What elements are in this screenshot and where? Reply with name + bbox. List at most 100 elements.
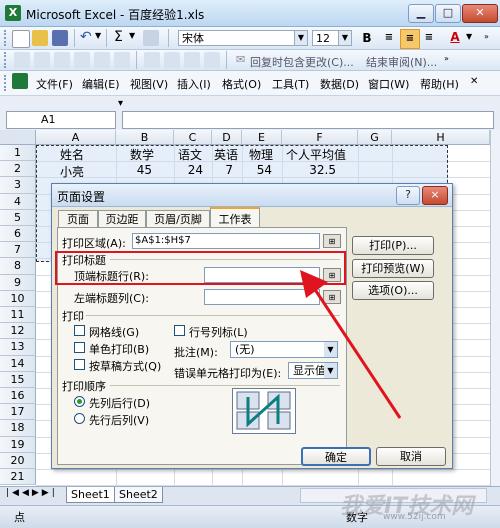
doc-close-icon[interactable]: ✕ [470, 76, 478, 87]
formula-bar-input[interactable] [122, 111, 494, 129]
review-icon-1[interactable] [14, 52, 30, 68]
review-icon-3[interactable] [54, 52, 70, 68]
review-icon-5[interactable] [94, 52, 110, 68]
column-header-c[interactable]: C [174, 130, 212, 145]
menu-grip[interactable] [4, 75, 9, 91]
vertical-scrollbar[interactable] [490, 130, 500, 486]
tab-margins[interactable]: 页边距 [98, 210, 146, 227]
cell-e2[interactable]: 54 [242, 163, 272, 177]
row-header[interactable]: 6 [0, 226, 36, 243]
column-header-f[interactable]: F [282, 130, 358, 145]
close-window-button[interactable]: ✕ [462, 4, 498, 23]
cell-f2[interactable]: 32.5 [282, 163, 336, 177]
black-white-checkbox[interactable] [74, 342, 85, 353]
column-header-g[interactable]: G [358, 130, 392, 145]
menu-file[interactable]: 文件(F) [36, 76, 73, 92]
tab-sheet[interactable]: 工作表 [210, 207, 260, 228]
down-then-over-radio[interactable] [74, 396, 85, 407]
column-header-e[interactable]: E [242, 130, 282, 145]
sort-icon[interactable] [143, 30, 159, 46]
row-header[interactable]: 1 [0, 145, 36, 162]
row-header[interactable]: 11 [0, 307, 36, 324]
cell-c1[interactable]: 语文 [178, 146, 202, 163]
name-box[interactable]: A1 [6, 111, 116, 129]
row-header[interactable]: 8 [0, 258, 36, 275]
cell-a1[interactable]: 姓名 [60, 146, 84, 163]
sheet-tab-sheet1[interactable]: Sheet1 [66, 487, 115, 503]
align-center-icon[interactable]: ≡ [400, 29, 420, 49]
maximize-button[interactable]: □ [435, 4, 461, 23]
font-size-select[interactable]: 12 ▼ [312, 30, 352, 46]
gridlines-checkbox[interactable] [74, 325, 85, 336]
sheet-nav-arrows-icon[interactable]: |◀◀▶▶| [6, 488, 58, 498]
review-icon-7[interactable] [144, 52, 160, 68]
row-header[interactable]: 16 [0, 388, 36, 405]
menu-help[interactable]: 帮助(H) [420, 76, 459, 92]
dialog-close-button[interactable]: × [422, 186, 448, 205]
select-all-corner[interactable] [0, 130, 36, 145]
row-header[interactable]: 13 [0, 339, 36, 356]
row-header[interactable]: 12 [0, 323, 36, 340]
save-icon[interactable] [52, 30, 68, 46]
draft-quality-checkbox[interactable] [74, 359, 85, 370]
row-header[interactable]: 20 [0, 452, 36, 469]
menu-window[interactable]: 窗口(W) [368, 76, 409, 92]
excel-doc-icon[interactable] [12, 73, 28, 89]
align-right-icon[interactable]: ≡ [420, 29, 438, 47]
over-then-down-radio[interactable] [74, 413, 85, 424]
menu-edit[interactable]: 编辑(E) [82, 76, 120, 92]
row-header[interactable]: 14 [0, 355, 36, 372]
review-icon-6[interactable] [114, 52, 130, 68]
row-header[interactable]: 10 [0, 290, 36, 307]
row-header[interactable]: 9 [0, 274, 36, 291]
row-header[interactable]: 7 [0, 242, 36, 259]
review-icon-8[interactable] [164, 52, 180, 68]
print-button[interactable]: 打印(P)... [352, 236, 434, 255]
column-header-a[interactable]: A [36, 130, 116, 145]
cell-a2[interactable]: 小亮 [60, 163, 84, 180]
menu-view[interactable]: 视图(V) [130, 76, 168, 92]
row-header[interactable]: 21 [0, 469, 36, 486]
column-header-h[interactable]: H [392, 130, 490, 145]
toolbar-grip[interactable] [4, 52, 9, 68]
collapse-dialog-icon[interactable]: ⊞ [323, 234, 341, 248]
tab-header-footer[interactable]: 页眉/页脚 [146, 210, 210, 227]
column-header-d[interactable]: D [212, 130, 242, 145]
font-color-dropdown-icon[interactable]: ▼ [466, 32, 472, 41]
font-color-button[interactable]: A [446, 28, 464, 46]
menu-data[interactable]: 数据(D) [320, 76, 359, 92]
font-name-select[interactable]: 宋体 ▼ [178, 30, 308, 46]
open-folder-icon[interactable] [32, 30, 48, 46]
tab-page[interactable]: 页面 [58, 210, 98, 227]
menu-tools[interactable]: 工具(T) [272, 76, 309, 92]
row-header[interactable]: 19 [0, 436, 36, 453]
autosum-dropdown-icon[interactable]: ▼ [129, 31, 135, 40]
cell-f1[interactable]: 个人平均值 [286, 146, 346, 163]
row-header[interactable]: 3 [0, 177, 36, 194]
align-left-icon[interactable]: ≡ [380, 29, 398, 47]
cell-e1[interactable]: 物理 [249, 146, 273, 163]
sheet-tab-sheet2[interactable]: Sheet2 [114, 487, 163, 503]
menu-insert[interactable]: 插入(I) [177, 76, 211, 92]
row-header[interactable]: 18 [0, 420, 36, 437]
cell-b1[interactable]: 数学 [130, 146, 154, 163]
review-icon-4[interactable] [74, 52, 90, 68]
autosum-icon[interactable]: Σ [114, 29, 123, 45]
toolbar-options-icon[interactable]: » [444, 54, 449, 63]
ok-button[interactable]: 确定 [301, 447, 371, 466]
formula-bar-handle[interactable]: ▾ [118, 98, 123, 109]
row-header[interactable]: 17 [0, 404, 36, 421]
column-header-b[interactable]: B [116, 130, 174, 145]
end-review-button[interactable]: 结束审阅(N)... [366, 54, 437, 70]
reply-with-changes-button[interactable]: 回复时包含更改(C)... [250, 54, 354, 70]
review-icon-10[interactable] [204, 52, 220, 68]
row-header[interactable]: 2 [0, 161, 36, 178]
menu-format[interactable]: 格式(O) [222, 76, 261, 92]
review-icon-9[interactable] [184, 52, 200, 68]
cell-d2[interactable]: 7 [212, 163, 233, 177]
bold-button[interactable]: B [358, 29, 376, 47]
cell-d1[interactable]: 英语 [214, 146, 238, 163]
cancel-button[interactable]: 取消 [376, 447, 446, 466]
undo-icon[interactable]: ↶ [80, 29, 92, 45]
review-icon-2[interactable] [34, 52, 50, 68]
